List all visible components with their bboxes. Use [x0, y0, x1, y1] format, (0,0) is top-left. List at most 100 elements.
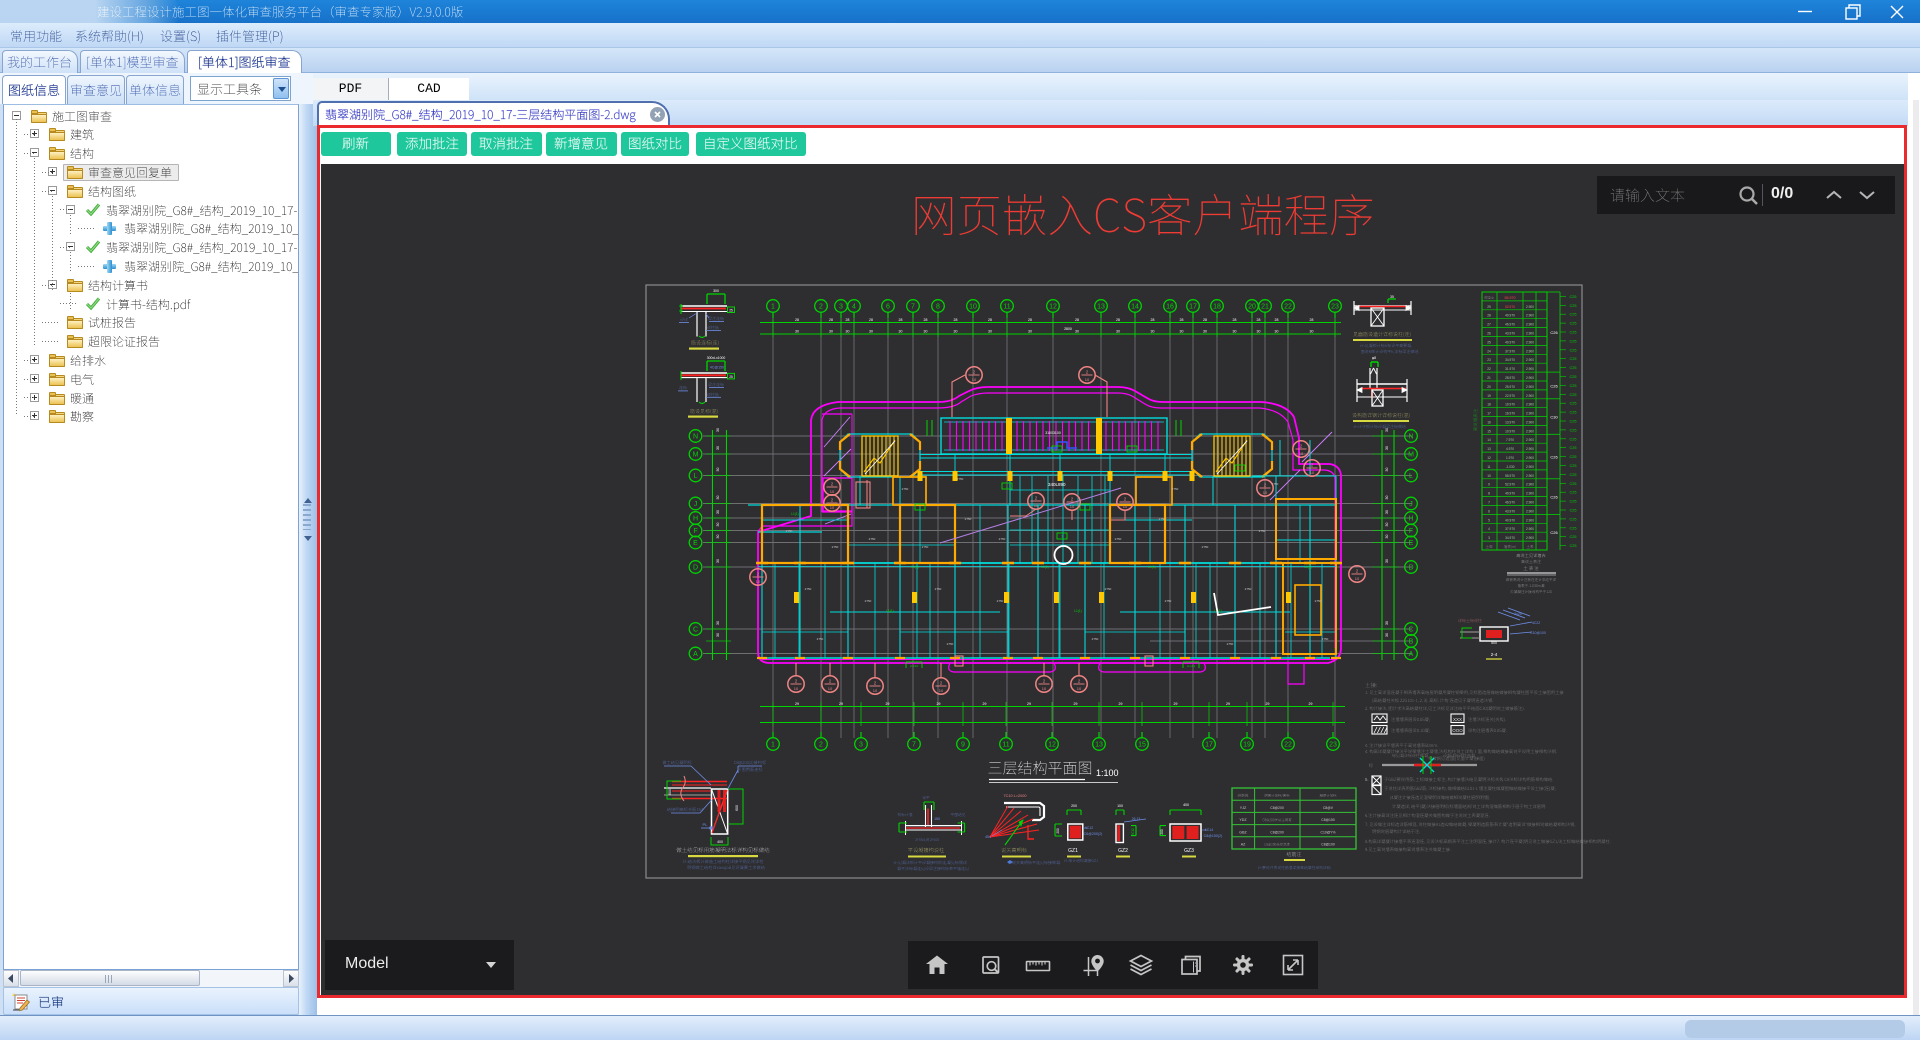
svg-text:16: 16	[1166, 304, 1174, 311]
svg-text:C25: C25	[1570, 366, 1577, 370]
svg-text:2750: 2750	[865, 599, 872, 603]
svg-text:2750: 2750	[805, 587, 812, 591]
svg-text:C8@200: C8@200	[1270, 830, 1284, 834]
svg-text:29: 29	[1309, 702, 1313, 706]
svg-text:30: 30	[795, 330, 799, 334]
svg-text:25: 25	[1487, 340, 1491, 344]
svg-text:2.900: 2.900	[1526, 332, 1534, 336]
svg-text:2: 2	[795, 679, 798, 684]
svg-text:29: 29	[1174, 702, 1178, 706]
svg-text:30: 30	[716, 446, 720, 450]
svg-text:2750: 2750	[1159, 517, 1166, 521]
svg-text:AZ: AZ	[1241, 843, 1246, 847]
svg-text:C8@150(2): C8@150(2)	[1204, 834, 1223, 838]
svg-text:30: 30	[954, 330, 958, 334]
svg-text:2750: 2750	[786, 529, 793, 533]
svg-text:C25: C25	[1570, 535, 1577, 539]
svg-text:H: H	[1408, 516, 1413, 523]
svg-text:13: 13	[1095, 742, 1103, 749]
svg-text:3: 3	[839, 304, 843, 311]
svg-text:29: 29	[1487, 305, 1491, 309]
svg-text:2: 2	[1043, 679, 1046, 684]
svg-text:H: H	[693, 516, 698, 523]
svg-text:13: 13	[1097, 304, 1105, 311]
svg-text:28: 28	[1075, 318, 1079, 322]
svg-text:2.900: 2.900	[1526, 367, 1534, 371]
svg-text:2.900: 2.900	[1526, 456, 1534, 460]
svg-text:12: 12	[1487, 456, 1491, 460]
svg-text:28: 28	[1151, 318, 1155, 322]
svg-text:2.900: 2.900	[1526, 412, 1534, 416]
svg-text:C: C	[693, 627, 698, 634]
svg-text:46.970: 46.970	[1505, 323, 1515, 327]
svg-text:C25: C25	[1570, 393, 1577, 397]
svg-text:2.900: 2.900	[1526, 403, 1534, 407]
svg-text:28: 28	[1487, 314, 1491, 318]
svg-text:2750: 2750	[1202, 545, 1209, 549]
svg-text:500: 500	[1491, 641, 1497, 645]
svg-text:C25: C25	[1570, 455, 1577, 459]
svg-text:1: 1	[771, 742, 775, 749]
svg-text:10: 10	[830, 505, 835, 510]
svg-text:2.900: 2.900	[1526, 420, 1534, 424]
svg-text:30: 30	[716, 496, 720, 500]
svg-text:C30: C30	[1550, 415, 1558, 420]
svg-text:30: 30	[899, 330, 903, 334]
svg-text:2.900: 2.900	[1526, 340, 1534, 344]
svg-text:1: 1	[771, 304, 775, 311]
svg-text:2.900: 2.900	[1526, 394, 1534, 398]
svg-text:22: 22	[1284, 304, 1292, 311]
svg-text:30: 30	[1257, 330, 1261, 334]
svg-text:1: 1	[1006, 484, 1009, 489]
svg-text:12: 12	[1049, 304, 1057, 311]
svg-text:30: 30	[1310, 330, 1314, 334]
svg-text:F: F	[693, 528, 697, 535]
svg-text:C26: C26	[1550, 455, 1558, 460]
svg-text:2750: 2750	[957, 477, 964, 481]
svg-text:L1(1): L1(1)	[791, 512, 798, 516]
svg-text:2: 2	[831, 482, 834, 487]
svg-text:29: 29	[795, 702, 799, 706]
svg-text:23: 23	[1487, 358, 1491, 362]
svg-text:2: 2	[874, 681, 877, 686]
svg-text:1:100: 1:100	[1096, 768, 1119, 778]
svg-text:23: 23	[1331, 304, 1339, 311]
svg-text:2750: 2750	[817, 637, 824, 641]
svg-text:30: 30	[1385, 496, 1389, 500]
svg-text:2.900: 2.900	[1526, 536, 1534, 540]
svg-text:2.900: 2.900	[1526, 305, 1534, 309]
svg-text:28: 28	[1116, 318, 1120, 322]
svg-text:2.900: 2.900	[1526, 314, 1534, 318]
svg-text:11: 11	[1487, 465, 1491, 469]
svg-text:37.970: 37.970	[1505, 349, 1515, 353]
svg-text:2750: 2750	[965, 517, 972, 521]
svg-text:19.970: 19.970	[1505, 403, 1515, 407]
svg-text:8: 8	[1488, 492, 1490, 496]
svg-text:9: 9	[1488, 483, 1490, 487]
svg-text:4.970: 4.970	[1506, 447, 1514, 451]
svg-text:10: 10	[756, 579, 761, 584]
svg-text:49.970: 49.970	[1505, 314, 1515, 318]
svg-text:52.970: 52.970	[1505, 305, 1515, 309]
svg-text:19: 19	[1487, 394, 1491, 398]
svg-text:M: M	[693, 452, 699, 459]
svg-text:2.900: 2.900	[1526, 323, 1534, 327]
svg-text:22: 22	[1487, 367, 1491, 371]
svg-text:10: 10	[1123, 504, 1128, 509]
svg-text:GZ1: GZ1	[1068, 848, 1078, 854]
svg-text:C25: C25	[1570, 500, 1577, 504]
svg-text:C25: C25	[1570, 304, 1577, 308]
svg-text:C25: C25	[1570, 464, 1577, 468]
svg-text:200: 200	[1056, 828, 1060, 834]
svg-text:2.900: 2.900	[1526, 527, 1534, 531]
svg-text:E: E	[693, 540, 698, 547]
svg-text:C25: C25	[1570, 491, 1577, 495]
svg-text:28: 28	[795, 318, 799, 322]
svg-text:F: F	[1409, 528, 1413, 535]
svg-text:C25: C25	[1570, 446, 1577, 450]
svg-text:2750: 2750	[1172, 487, 1179, 491]
svg-text:C25: C25	[1570, 509, 1577, 513]
svg-text:C25: C25	[1570, 420, 1577, 424]
svg-text:XXX: XXX	[1453, 717, 1462, 722]
svg-text:2750: 2750	[1245, 587, 1252, 591]
